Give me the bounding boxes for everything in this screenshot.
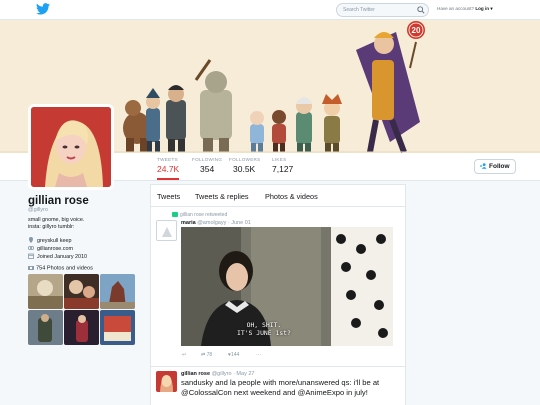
website-link[interactable]: gillianrose.com [37,246,73,252]
location-text: greyskull keep [37,238,72,244]
mention-link[interactable]: @ColossalCon [181,388,232,397]
avatar-portrait [31,107,111,187]
like-count: 144 [230,352,240,358]
tweet-date[interactable]: · May 27 [233,371,254,377]
tab-tweets[interactable]: Tweets [157,192,180,201]
add-user-icon [480,163,487,169]
retweeted-context[interactable]: gillian rose retweeted [172,212,227,218]
stat-label: LIKES [272,157,287,162]
media-caption: OH, SHIT. IT'S JUNE 1st? [237,321,291,337]
timeline-tabs: Tweets Tweets & replies Photos & videos [151,185,405,207]
link-icon [28,246,34,250]
twitter-bird-icon[interactable] [36,3,50,15]
retweet-icon [172,212,178,217]
tweet-author-handle[interactable]: @gillyro [212,371,232,377]
login-prompt: Have an account? Log in ▾ [437,6,493,12]
stat-value: 24.7K [157,164,180,174]
profile-handle[interactable]: @gillyro [28,207,48,213]
follow-label: Follow [489,163,510,170]
stat-followers[interactable]: FOLLOWERS 30.5K [229,157,261,174]
mention-link[interactable]: @AnimeExpo [298,388,345,397]
follow-button[interactable]: Follow [474,159,516,174]
photos-videos-link[interactable]: 754 Photos and videos [28,265,93,272]
search-placeholder: Search Twitter [343,7,375,13]
character-elf-bard [296,97,312,152]
character-druid [322,94,342,152]
tweet-avatar[interactable] [156,371,177,392]
join-date: Joined January 2010 [28,253,87,260]
photo-thumbnail[interactable] [64,274,99,309]
photo-thumbnail[interactable] [28,274,63,309]
stat-value: 30.5K [233,164,256,174]
joined-text: Joined January 2010 [37,254,88,260]
search-input[interactable]: Search Twitter [336,3,429,17]
top-nav-bar: Search Twitter Have an account? Log in ▾ [0,0,540,20]
stat-value: 354 [200,164,215,174]
stat-label: TWEETS [157,157,178,162]
bio-line: small gnome, big voice. [28,217,85,223]
photos-label: 754 Photos and videos [36,265,93,272]
stat-following[interactable]: FOLLOWING 354 [192,157,222,174]
login-link[interactable]: Log in ▾ [475,6,492,11]
tweet-author-name[interactable]: maria [181,220,196,226]
more-options-icon[interactable]: ··· [256,352,261,358]
website: gillianrose.com [28,245,73,252]
camera-icon [28,266,34,270]
photo-thumbnail[interactable] [100,310,135,345]
tweet-divider [151,366,405,367]
d20-sign-text: 20 [412,26,421,35]
tweet-header: maria @amolgayy · June 01 [181,220,251,226]
caption-line: OH, SHIT. [246,321,282,329]
bio-line: insta: gillyro tumblr: [28,224,75,230]
avatar[interactable] [28,104,114,190]
photo-thumbnail[interactable] [28,310,63,345]
tweet-text-part: in july! [344,388,368,397]
tweet-text-part: sandusky and la people with more/unanswe… [181,378,380,387]
location: greyskull keep [28,237,71,244]
stat-label: FOLLOWERS [229,157,261,162]
profile-bio: small gnome, big voice. insta: gillyro t… [28,217,84,231]
tweet-date[interactable]: · June 01 [228,220,251,226]
stat-likes[interactable]: LIKES 7,127 [272,157,293,174]
retweeted-label: gillian rose retweeted [180,212,228,218]
location-pin-icon [29,237,33,243]
tweet-header: gillian rose @gillyro · May 27 [181,371,254,377]
tweet-text: sandusky and la people with more/unanswe… [181,378,401,398]
stat-label: FOLLOWING [192,157,223,162]
tweet-text-part: next weekend and [231,388,298,397]
stat-value: 7,127 [272,164,294,174]
photo-thumbnail[interactable] [100,274,135,309]
retweet-count: 78 [206,352,213,358]
reply-icon[interactable]: ↩ [182,352,186,358]
search-icon[interactable] [417,6,425,14]
profile-name[interactable]: gillian rose [28,195,89,207]
retweet-action[interactable]: ⇄ 78 [201,352,212,358]
photo-thumbnail[interactable] [64,310,99,345]
tab-photos-videos[interactable]: Photos & videos [265,192,318,201]
calendar-icon [28,253,34,259]
tweet-author-name[interactable]: gillian rose [181,371,210,377]
retweet-action-icon: ⇄ [201,352,206,358]
like-action[interactable]: ♥144 [228,352,239,358]
tweet-avatar[interactable] [156,220,177,241]
have-account-text: Have an account? [437,6,475,11]
caption-line: IT'S JUNE 1st? [237,329,291,337]
tab-tweets-replies[interactable]: Tweets & replies [195,192,249,201]
tweet-author-handle[interactable]: @amolgayy [197,220,226,226]
stat-tweets[interactable]: TWEETS 24.7K [157,157,180,180]
